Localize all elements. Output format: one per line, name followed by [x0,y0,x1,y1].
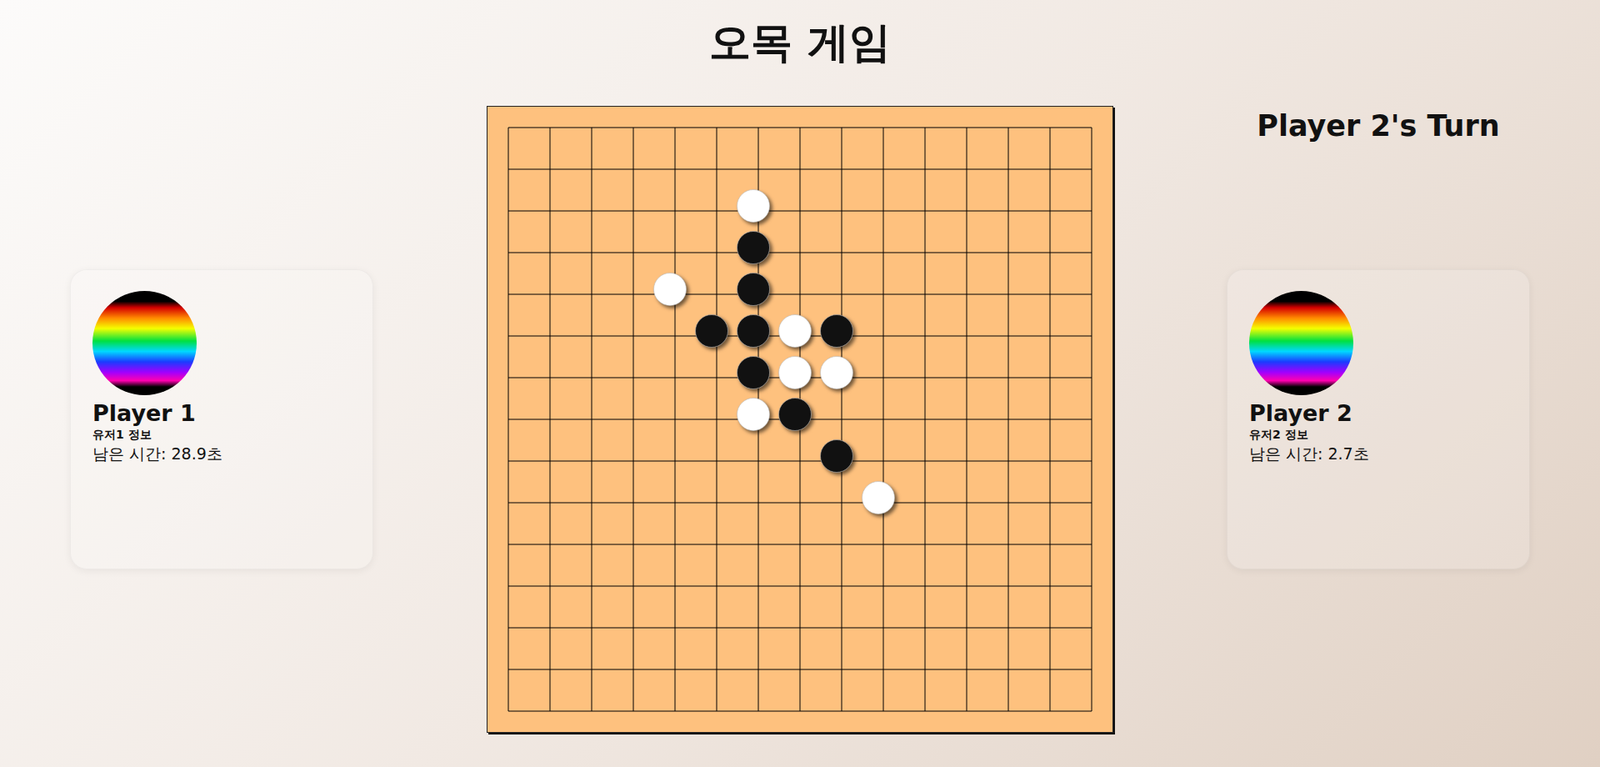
stone [737,273,770,306]
grid-line [841,127,843,711]
player-info: 유저1 정보 [92,426,152,442]
grid-line [508,544,1092,545]
stone [737,231,770,265]
stone [820,356,854,390]
grid-line [1008,127,1010,711]
game-title: 오목 게임 [0,16,1600,69]
stone [654,273,687,306]
stone [820,315,854,348]
player-avatar [92,290,197,395]
right-column: Player 2's Turn Player 2 유저2 정보 남은 시간: 2… [1226,105,1530,733]
grid-line [966,127,968,711]
stone [737,356,770,390]
stone [695,315,729,348]
page: 오목 게임 Player 1 유저1 정보 남은 시간: 28.9초 Playe… [0,0,1600,767]
grid-line [508,627,1092,629]
grid-line [508,585,1092,587]
stone [737,398,770,431]
grid-line [925,127,926,711]
stone [737,315,770,348]
grid-line [508,460,1092,462]
left-column: Player 1 유저1 정보 남은 시간: 28.9초 [70,105,374,733]
stone [862,481,895,515]
player-card: Player 2 유저2 정보 남은 시간: 2.7초 [1226,269,1530,570]
stone [779,398,812,431]
grid-line [1091,127,1093,711]
player-name: Player 2 [1249,400,1353,427]
stone [779,356,812,390]
player-time: 남은 시간: 2.7초 [1249,443,1370,464]
grid-line [508,710,1092,712]
game-area: Player 1 유저1 정보 남은 시간: 28.9초 Player 2's … [0,105,1600,733]
grid-line [883,127,885,711]
turn-indicator: Player 2's Turn [1226,105,1530,143]
grid-line [508,502,1092,504]
player-avatar [1249,290,1354,395]
stone [820,440,854,473]
player-info: 유저2 정보 [1249,426,1309,442]
board-grid[interactable] [507,126,1093,712]
board[interactable] [486,105,1114,733]
player-card: Player 1 유저1 정보 남은 시간: 28.9초 [70,269,374,570]
grid-line [1050,127,1051,711]
stone [737,190,770,223]
stone [779,315,812,348]
grid-line [508,669,1092,670]
player-name: Player 1 [92,400,196,427]
player-time: 남은 시간: 28.9초 [92,443,223,464]
